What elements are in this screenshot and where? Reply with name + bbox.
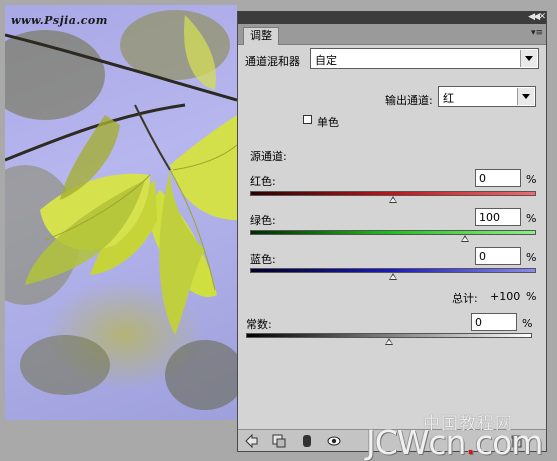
adjustments-panel: ◀◀ ✕ 调整 ▾≡ 通道混和器 自定 输出通道: 红 单色 源通道: 红色: … [237,11,547,452]
watermark-en-post: com [474,423,543,461]
watermark-en-text: JCWcn.com [366,423,543,461]
background-photo: www.Psjia.com [5,5,237,420]
output-channel-label: 输出通道: [385,94,433,107]
total-percent: % [526,290,537,303]
green-slider-thumb[interactable] [460,235,469,242]
green-value-input[interactable]: 100 [475,208,521,226]
close-icon[interactable]: ✕ [538,12,546,22]
clip-to-layer-icon[interactable] [272,434,286,448]
preset-label: 通道混和器 [245,55,300,68]
preset-value: 自定 [315,54,337,67]
blue-value-input[interactable]: 0 [475,247,521,265]
watermark-en-dot: . [465,423,475,461]
panel-menu-icon[interactable]: ▾≡ [531,28,543,38]
source-channels-label: 源通道: [250,150,287,163]
chevron-down-icon [520,50,537,67]
return-arrow-icon[interactable] [245,434,259,448]
blue-percent: % [526,251,537,264]
red-value-input[interactable]: 0 [475,169,521,187]
red-channel-label: 红色: [250,175,276,188]
preset-dropdown[interactable]: 自定 [310,48,539,69]
leaves-image [5,10,237,410]
collapse-icon[interactable]: ◀◀ [528,12,540,22]
chevron-down-icon [517,88,534,105]
constant-slider-thumb[interactable] [385,338,393,345]
green-slider-track[interactable] [250,230,536,235]
eye-icon[interactable] [327,434,341,448]
blue-slider-thumb[interactable] [389,273,397,280]
total-label: 总计: [452,292,478,305]
tab-strip: 调整 ▾≡ [238,24,546,45]
green-channel-label: 绿色: [250,214,276,227]
layer-mask-icon[interactable] [300,434,314,448]
watermark-top: www.Psjia.com [11,14,108,27]
watermark-en-pre: JCWcn [366,423,466,461]
green-percent: % [526,212,537,225]
output-channel-dropdown[interactable]: 红 [438,86,536,107]
monochrome-label: 单色 [317,116,339,129]
panel-titlebar: ◀◀ ✕ [238,11,546,24]
total-value: +100 [490,290,521,303]
red-percent: % [526,173,537,186]
watermark-bottom: 中国教程网 JCWcn.com [366,405,556,461]
constant-percent: % [522,317,533,330]
constant-label: 常数: [246,318,272,331]
blue-channel-label: 蓝色: [250,253,276,266]
constant-value-input[interactable]: 0 [471,313,517,331]
output-channel-value: 红 [443,92,454,105]
monochrome-checkbox[interactable] [303,115,312,124]
tab-adjustments[interactable]: 调整 [243,27,279,45]
red-slider-thumb[interactable] [389,196,397,203]
